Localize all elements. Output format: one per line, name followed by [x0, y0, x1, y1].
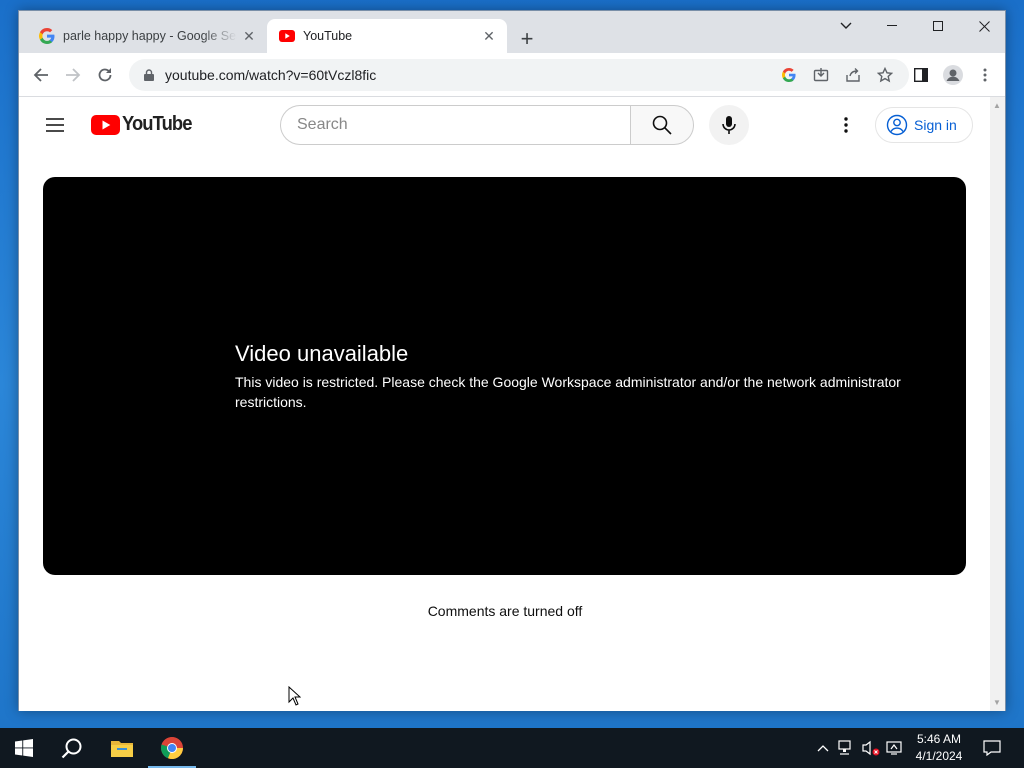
lock-icon[interactable]	[141, 67, 157, 83]
browser-window: parle happy happy - Google Sear ✕ YouTub…	[18, 10, 1006, 711]
clock-date: 4/1/2024	[915, 749, 963, 763]
google-lens-icon[interactable]	[773, 61, 805, 89]
page-scrollbar[interactable]: ▲ ▼	[990, 97, 1005, 711]
bookmark-star-icon[interactable]	[869, 61, 901, 89]
hamburger-menu-icon[interactable]	[43, 113, 67, 137]
install-icon[interactable]	[805, 61, 837, 89]
clock-time: 5:46 AM	[916, 732, 962, 746]
search-box	[280, 105, 694, 145]
tab-close-icon[interactable]: ✕	[477, 24, 501, 48]
tab-title: YouTube	[303, 29, 353, 43]
minimize-button[interactable]	[869, 11, 915, 41]
share-icon[interactable]	[837, 61, 869, 89]
settings-dots-icon[interactable]	[834, 113, 858, 137]
tab-google-search[interactable]: parle happy happy - Google Sear ✕	[27, 19, 267, 53]
sign-in-label: Sign in	[914, 117, 957, 133]
reload-icon[interactable]	[91, 61, 119, 89]
tab-youtube[interactable]: YouTube ✕	[267, 19, 507, 53]
youtube-icon	[279, 28, 295, 44]
chrome-icon[interactable]	[148, 728, 196, 768]
new-tab-button[interactable]: +	[513, 25, 541, 53]
video-player[interactable]: Video unavailable This video is restrict…	[43, 177, 966, 575]
player-error-title: Video unavailable	[235, 341, 409, 366]
network-icon[interactable]	[836, 728, 858, 768]
display-icon[interactable]	[884, 728, 906, 768]
browser-toolbar: youtube.com/watch?v=60tVczl8fic	[19, 53, 1005, 97]
account-circle-icon	[886, 114, 908, 136]
tab-close-icon[interactable]: ✕	[237, 24, 261, 48]
youtube-logo[interactable]: YouTube	[91, 113, 198, 136]
back-icon[interactable]	[27, 61, 55, 89]
file-explorer-icon[interactable]	[98, 728, 146, 768]
youtube-masthead: YouTube Sign in	[19, 97, 991, 153]
youtube-play-icon	[91, 114, 120, 135]
address-bar[interactable]: youtube.com/watch?v=60tVczl8fic	[129, 59, 909, 91]
search-input[interactable]	[280, 105, 630, 145]
system-clock[interactable]: 5:46 AM 4/1/2024	[908, 731, 970, 765]
youtube-logo-text: YouTube	[122, 113, 192, 135]
tab-title: parle happy happy - Google Sear	[63, 29, 237, 43]
notifications-icon[interactable]	[978, 728, 1006, 768]
tab-strip: parle happy happy - Google Sear ✕ YouTub…	[19, 11, 1005, 53]
player-error-message: This video is restricted. Please check t…	[235, 374, 901, 410]
google-g-icon	[39, 28, 55, 44]
sign-in-button[interactable]: Sign in	[875, 107, 973, 143]
comments-status: Comments are turned off	[427, 603, 583, 619]
taskbar: 5:46 AM 4/1/2024	[0, 728, 1024, 768]
scroll-down-icon[interactable]: ▼	[993, 698, 1001, 707]
volume-muted-icon[interactable]	[860, 728, 882, 768]
start-icon[interactable]	[0, 728, 48, 768]
search-button[interactable]	[630, 105, 694, 145]
profile-icon[interactable]	[939, 61, 967, 89]
voice-search-button[interactable]	[709, 105, 749, 145]
url-text: youtube.com/watch?v=60tVczl8fic	[165, 67, 377, 83]
mouse-cursor-icon	[288, 685, 302, 711]
microphone-icon	[722, 116, 736, 134]
menu-dots-icon[interactable]	[971, 61, 999, 89]
scroll-up-icon[interactable]: ▲	[993, 101, 1001, 110]
maximize-button[interactable]	[915, 11, 961, 41]
search-icon[interactable]	[48, 728, 96, 768]
search-icon	[652, 115, 672, 135]
youtube-page: YouTube Sign in Video unavailable This v…	[19, 97, 991, 711]
close-window-button[interactable]	[961, 11, 1007, 41]
show-hidden-icons-icon[interactable]	[812, 728, 834, 768]
side-panel-icon[interactable]	[907, 61, 935, 89]
tab-search-icon[interactable]	[823, 11, 869, 41]
forward-icon[interactable]	[59, 61, 87, 89]
